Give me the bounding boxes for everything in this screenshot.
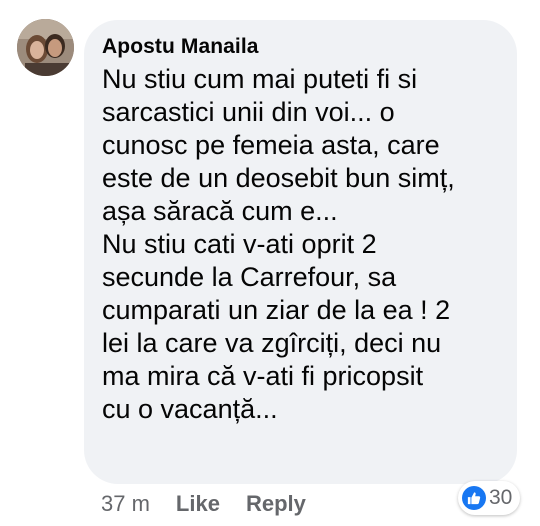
reaction-count: 30 [489, 486, 513, 509]
comment-view: Apostu Manaila Nu stiu cum mai puteti fi… [0, 0, 540, 526]
comment-line: lei la care va zgîrciți, deci nu [102, 328, 442, 358]
comment-line: cunosc pe femeia asta, care [102, 130, 440, 160]
comment-line: cumparati un ziar de la ea ! 2 [102, 295, 451, 325]
avatar[interactable] [17, 19, 74, 76]
thumbs-up-icon [462, 486, 486, 510]
reaction-summary[interactable]: 30 [458, 481, 521, 515]
like-button[interactable]: Like [176, 491, 220, 517]
comment-actions: 37 m Like Reply [101, 489, 332, 519]
comment-line: secunde la Carrefour, sa [102, 262, 397, 292]
comment-line: așa săracă cum e... [102, 196, 338, 226]
comment-text: Nu stiu cum mai puteti fi si sarcastici … [102, 63, 499, 426]
reply-button[interactable]: Reply [246, 491, 306, 517]
comment-line: Nu stiu cati v-ati oprit 2 [102, 229, 377, 259]
comment-author[interactable]: Apostu Manaila [102, 35, 499, 59]
comment-timestamp[interactable]: 37 m [101, 491, 150, 517]
comment-line: cu o vacanță... [102, 394, 278, 424]
comment-line: ma mira că v-ati fi pricopsit [102, 361, 424, 391]
avatar-photo [17, 19, 74, 76]
comment-line: Nu stiu cum mai puteti fi si [102, 64, 418, 94]
comment-line: sarcastici unii din voi... o [102, 97, 395, 127]
comment-bubble: Apostu Manaila Nu stiu cum mai puteti fi… [84, 20, 517, 484]
comment-line: este de un deosebit bun simț, [102, 163, 455, 193]
